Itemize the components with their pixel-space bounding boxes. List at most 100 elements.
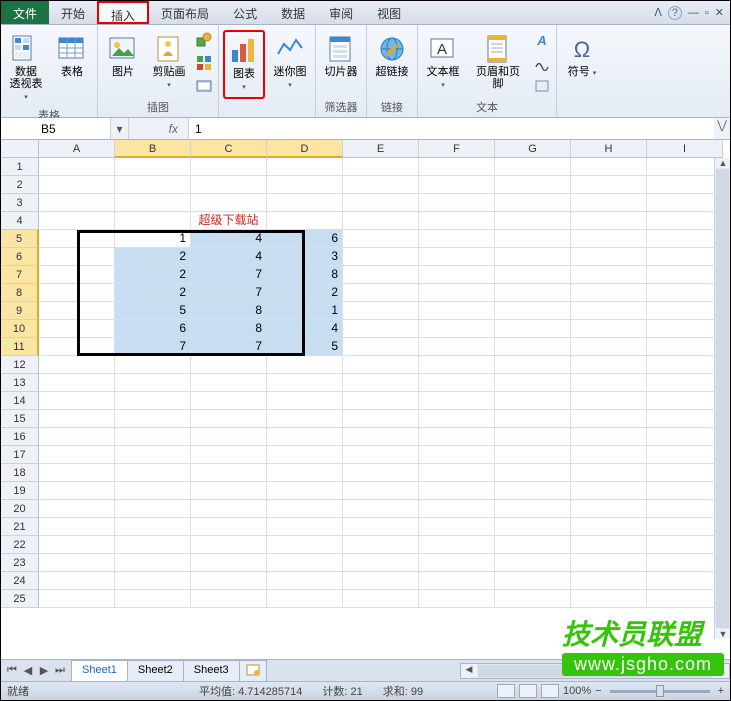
- cell-G20[interactable]: [495, 500, 571, 518]
- shapes-icon[interactable]: [194, 30, 214, 50]
- cell-B21[interactable]: [115, 518, 191, 536]
- cell-H24[interactable]: [571, 572, 647, 590]
- tab-view[interactable]: 视图: [365, 1, 413, 24]
- zoom-out-icon[interactable]: −: [595, 685, 601, 697]
- cell-G5[interactable]: [495, 230, 571, 248]
- cell-H22[interactable]: [571, 536, 647, 554]
- cell-A24[interactable]: [39, 572, 115, 590]
- cell-A23[interactable]: [39, 554, 115, 572]
- clipart-button[interactable]: 剪贴画 ▾: [148, 30, 190, 95]
- cell-A4[interactable]: [39, 212, 115, 230]
- cell-I19[interactable]: [647, 482, 723, 500]
- cell-D11[interactable]: 5: [267, 338, 343, 356]
- insert-sheet-button[interactable]: [239, 660, 267, 682]
- cell-E12[interactable]: [343, 356, 419, 374]
- cells-area[interactable]: 超级下载站146243278272581684775: [39, 158, 723, 608]
- cell-A12[interactable]: [39, 356, 115, 374]
- cell-B3[interactable]: [115, 194, 191, 212]
- cell-D9[interactable]: 1: [267, 302, 343, 320]
- cell-I1[interactable]: [647, 158, 723, 176]
- cell-C17[interactable]: [191, 446, 267, 464]
- cell-I17[interactable]: [647, 446, 723, 464]
- cell-H6[interactable]: [571, 248, 647, 266]
- cell-C4[interactable]: 超级下载站: [191, 212, 267, 230]
- cell-I9[interactable]: [647, 302, 723, 320]
- cell-B23[interactable]: [115, 554, 191, 572]
- sheet-last-icon[interactable]: ⏭: [52, 664, 68, 677]
- row-header-8[interactable]: 8: [1, 284, 39, 302]
- cell-E5[interactable]: [343, 230, 419, 248]
- screenshot-icon[interactable]: [194, 76, 214, 96]
- cell-B17[interactable]: [115, 446, 191, 464]
- cell-A11[interactable]: [39, 338, 115, 356]
- col-header-B[interactable]: B: [115, 140, 191, 158]
- view-layout-icon[interactable]: [519, 684, 537, 698]
- cell-F3[interactable]: [419, 194, 495, 212]
- cell-E10[interactable]: [343, 320, 419, 338]
- cell-I22[interactable]: [647, 536, 723, 554]
- cell-D23[interactable]: [267, 554, 343, 572]
- cell-D7[interactable]: 8: [267, 266, 343, 284]
- name-box-dropdown[interactable]: ▾: [111, 118, 129, 139]
- row-header-10[interactable]: 10: [1, 320, 39, 338]
- cell-E9[interactable]: [343, 302, 419, 320]
- cell-C6[interactable]: 4: [191, 248, 267, 266]
- cell-A25[interactable]: [39, 590, 115, 608]
- vertical-scrollbar[interactable]: ▲ ▼: [714, 158, 730, 639]
- cell-D5[interactable]: 6: [267, 230, 343, 248]
- cell-G4[interactable]: [495, 212, 571, 230]
- cell-B25[interactable]: [115, 590, 191, 608]
- sparkline-button[interactable]: 迷你图 ▾: [269, 30, 311, 95]
- cell-D24[interactable]: [267, 572, 343, 590]
- cell-A18[interactable]: [39, 464, 115, 482]
- cell-C18[interactable]: [191, 464, 267, 482]
- cell-G2[interactable]: [495, 176, 571, 194]
- cell-A10[interactable]: [39, 320, 115, 338]
- ribbon-minimize-icon[interactable]: ᐱ: [654, 6, 662, 19]
- cell-A7[interactable]: [39, 266, 115, 284]
- col-header-H[interactable]: H: [571, 140, 647, 158]
- cell-E17[interactable]: [343, 446, 419, 464]
- smartart-icon[interactable]: [194, 53, 214, 73]
- cell-D3[interactable]: [267, 194, 343, 212]
- cell-B18[interactable]: [115, 464, 191, 482]
- cell-F19[interactable]: [419, 482, 495, 500]
- wordart-icon[interactable]: A: [532, 30, 552, 50]
- cell-A15[interactable]: [39, 410, 115, 428]
- row-header-2[interactable]: 2: [1, 176, 39, 194]
- cell-C25[interactable]: [191, 590, 267, 608]
- slicer-button[interactable]: 切片器: [320, 30, 362, 81]
- cell-D20[interactable]: [267, 500, 343, 518]
- row-header-14[interactable]: 14: [1, 392, 39, 410]
- col-header-G[interactable]: G: [495, 140, 571, 158]
- cell-C12[interactable]: [191, 356, 267, 374]
- cell-C19[interactable]: [191, 482, 267, 500]
- cell-D18[interactable]: [267, 464, 343, 482]
- cell-D8[interactable]: 2: [267, 284, 343, 302]
- cell-I24[interactable]: [647, 572, 723, 590]
- tab-insert[interactable]: 插入: [97, 1, 149, 24]
- zoom-in-icon[interactable]: +: [718, 685, 724, 697]
- cell-H5[interactable]: [571, 230, 647, 248]
- cell-D4[interactable]: [267, 212, 343, 230]
- cell-B15[interactable]: [115, 410, 191, 428]
- symbol-button[interactable]: Ω 符号 ▾: [561, 30, 603, 83]
- cell-G11[interactable]: [495, 338, 571, 356]
- scroll-up-icon[interactable]: ▲: [715, 158, 730, 168]
- hyperlink-button[interactable]: 超链接: [371, 30, 413, 81]
- sheet-tab-Sheet2[interactable]: Sheet2: [127, 660, 184, 682]
- row-header-15[interactable]: 15: [1, 410, 39, 428]
- cell-F9[interactable]: [419, 302, 495, 320]
- cell-G19[interactable]: [495, 482, 571, 500]
- cell-G25[interactable]: [495, 590, 571, 608]
- sheet-tab-Sheet3[interactable]: Sheet3: [183, 660, 240, 682]
- cell-A8[interactable]: [39, 284, 115, 302]
- cell-D25[interactable]: [267, 590, 343, 608]
- cell-E8[interactable]: [343, 284, 419, 302]
- chart-button[interactable]: 图表▾: [223, 30, 265, 99]
- cell-D17[interactable]: [267, 446, 343, 464]
- cell-E15[interactable]: [343, 410, 419, 428]
- cell-H8[interactable]: [571, 284, 647, 302]
- cell-H13[interactable]: [571, 374, 647, 392]
- cell-F23[interactable]: [419, 554, 495, 572]
